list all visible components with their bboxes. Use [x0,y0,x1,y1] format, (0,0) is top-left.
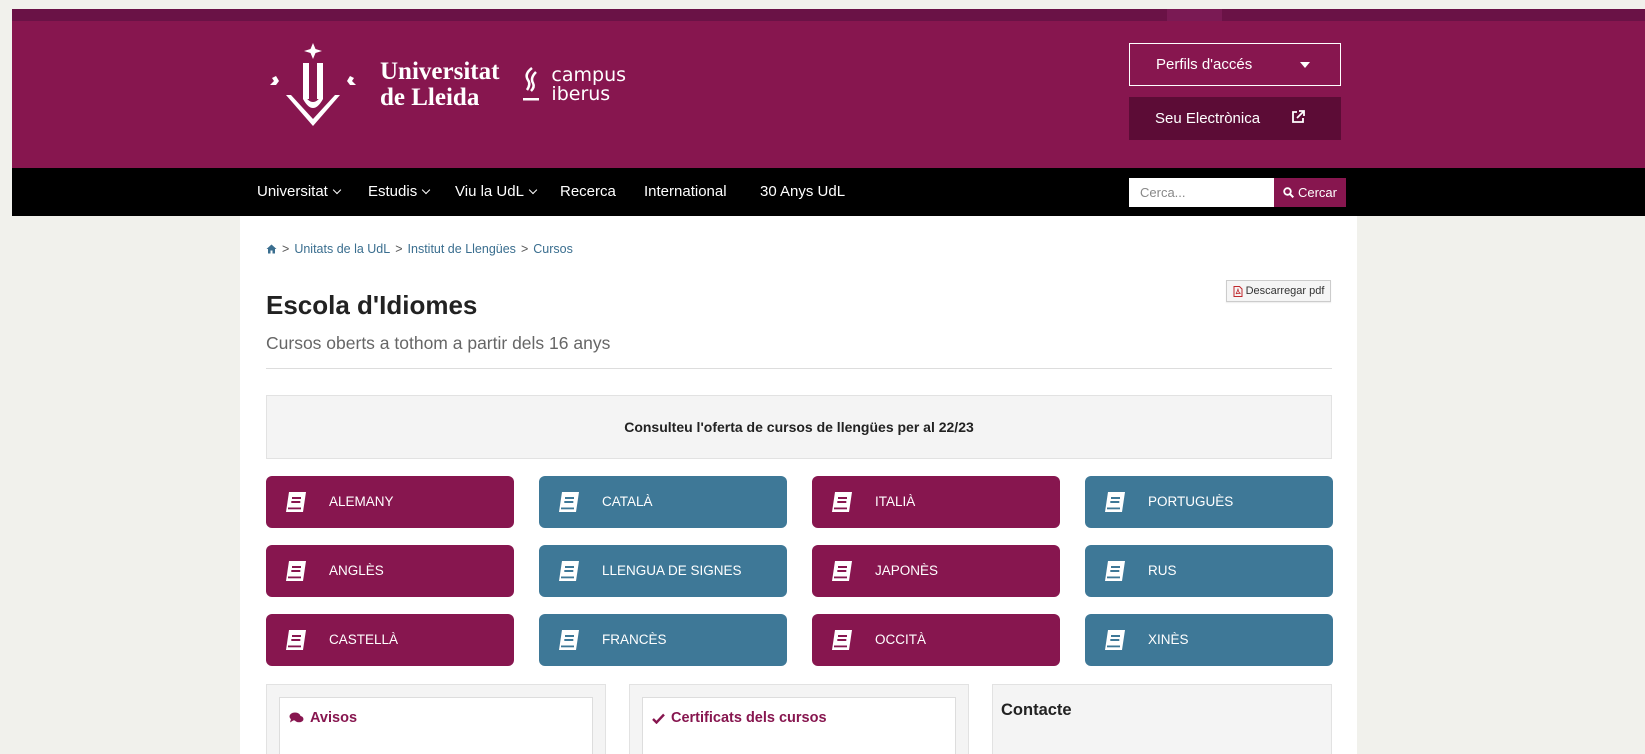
chevron-down-icon [332,185,342,195]
contacte-heading: Contacte [1001,701,1072,719]
search-input[interactable] [1129,178,1274,207]
campus-iberus-logo[interactable]: campus iberus [521,66,626,104]
language-button-alemany[interactable]: ALEMANY [266,476,514,528]
main-content: > Unitats de la UdL > Institut de Llengü… [240,216,1357,754]
book-icon [559,561,579,581]
chevron-down-icon [528,185,538,195]
book-icon [832,492,852,512]
access-profiles-label: Perfils d'accés [1156,56,1253,73]
main-navigation: Universitat Estudis Viu la UdL Recerca I… [12,168,1645,216]
page-title: Escola d'Idiomes [266,290,478,320]
certificats-heading[interactable]: Certificats dels cursos [652,710,827,726]
nav-item-estudis[interactable]: Estudis [368,168,431,216]
caret-down-icon [1300,62,1310,68]
language-button-llengua-de-signes[interactable]: LLENGUA DE SIGNES [539,545,787,597]
nav-item-viu-la-udl[interactable]: Viu la UdL [455,168,538,216]
language-button-castella[interactable]: CASTELLÀ [266,614,514,666]
nav-item-universitat[interactable]: Universitat [257,168,342,216]
electronic-office-label: Seu Electrònica [1155,110,1261,127]
nav-item-international[interactable]: International [644,168,727,216]
language-button-italia[interactable]: ITALIÀ [812,476,1060,528]
top-utility-strip [12,9,1645,21]
courses-notice-banner[interactable]: Consulteu l'oferta de cursos de llengües… [266,395,1332,459]
nav-item-30-anys[interactable]: 30 Anys UdL [760,168,845,216]
checkmark-icon [652,713,665,724]
nav-item-recerca[interactable]: Recerca [560,168,616,216]
breadcrumb-unitats[interactable]: Unitats de la UdL [294,242,390,256]
language-button-xines[interactable]: XINÈS [1085,614,1333,666]
certificats-panel: Certificats dels cursos [629,684,969,754]
search-button[interactable]: Cercar [1274,178,1346,207]
breadcrumb: > Unitats de la UdL > Institut de Llengü… [266,242,573,256]
avisos-panel: Avisos [266,684,606,754]
book-icon [1105,630,1125,650]
book-icon [559,630,579,650]
page-subtitle: Cursos oberts a tothom a partir dels 16 … [266,333,611,353]
access-profiles-dropdown[interactable]: Perfils d'accés [1129,43,1341,86]
electronic-office-button[interactable]: Seu Electrònica [1129,97,1341,140]
pdf-file-icon [1233,285,1243,297]
campus-iberus-icon [523,67,540,101]
search-icon [1283,187,1294,198]
avisos-heading[interactable]: Avisos [289,710,357,726]
divider [266,368,1332,369]
language-button-rus[interactable]: RUS [1085,545,1333,597]
udl-emblem-icon [270,43,356,126]
home-icon[interactable] [266,244,277,254]
book-icon [832,561,852,581]
site-header: Universitat de Lleida campus iberus Perf… [12,21,1645,168]
language-button-frances[interactable]: FRANCÈS [539,614,787,666]
breadcrumb-cursos[interactable]: Cursos [533,242,573,256]
book-icon [559,492,579,512]
book-icon [286,561,306,581]
language-button-catala[interactable]: CATALÀ [539,476,787,528]
book-icon [832,630,852,650]
browser-viewport: Universitat de Lleida campus iberus Perf… [12,9,1645,754]
book-icon [1105,561,1125,581]
language-button-japones[interactable]: JAPONÈS [812,545,1060,597]
book-icon [286,492,306,512]
language-button-portugues[interactable]: PORTUGUÈS [1085,476,1333,528]
chevron-down-icon [421,185,431,195]
comments-icon [289,712,304,723]
download-pdf-button[interactable]: Descarregar pdf [1226,280,1331,302]
udl-logo[interactable]: Universitat de Lleida campus iberus [264,43,626,127]
book-icon [286,630,306,650]
external-link-icon [1292,110,1305,123]
breadcrumb-institut-llengues[interactable]: Institut de Llengües [408,242,516,256]
language-button-angles[interactable]: ANGLÈS [266,545,514,597]
university-name: Universitat de Lleida [380,58,500,111]
language-button-occita[interactable]: OCCITÀ [812,614,1060,666]
book-icon [1105,492,1125,512]
contacte-panel: Contacte [992,684,1332,754]
utility-tab[interactable] [1167,9,1222,21]
